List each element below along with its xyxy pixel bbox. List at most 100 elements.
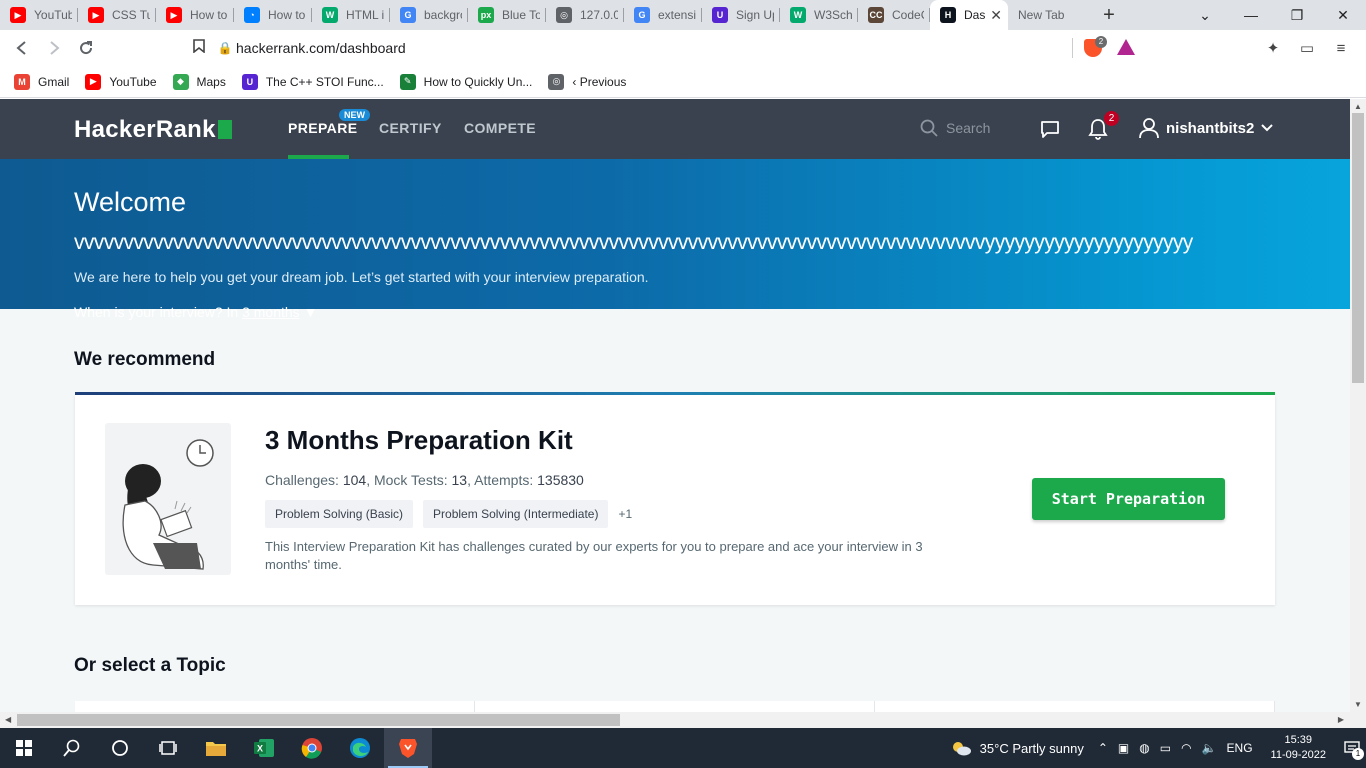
bookmark-item[interactable]: M Gmail [14,73,69,90]
back-button[interactable] [6,32,38,64]
browser-tab[interactable]: px Blue To [468,0,546,30]
tab-title: Sign Up [736,8,774,22]
bookmark-icon: ✎ [399,73,416,90]
bookmark-item[interactable]: ▶ YouTube [85,73,157,90]
bookmark-icon[interactable] [184,38,214,58]
browser-tab[interactable]: ▶ YouTube [0,0,78,30]
user-icon [1139,118,1159,139]
close-window-button[interactable]: ✕ [1320,0,1366,30]
scroll-left-arrow[interactable]: ◀ [5,715,11,724]
browser-tab[interactable]: Gextensio [624,0,702,30]
user-menu[interactable]: nishantbits2 [1138,117,1274,139]
topic-card[interactable] [875,701,1275,712]
hackerrank-icon: H [940,7,956,23]
scroll-down-arrow[interactable]: ▼ [1354,700,1362,709]
recommend-heading: We recommend [74,349,216,370]
tab-search-icon[interactable]: ⌄ [1182,0,1228,30]
notif-count-badge: 1 [1352,748,1364,760]
bookmark-item[interactable]: U The C++ STOI Func... [241,73,384,90]
browser-tab[interactable]: ▶ CSS Tut [78,0,156,30]
partly-sunny-icon [952,742,971,756]
lock-icon[interactable]: 🔒 [214,41,236,55]
browser-tab-strip: ▶ YouTube ▶ CSS Tut ▶ How to ◔ How to W HTML in Gb… [0,0,1366,30]
more-skills-count[interactable]: +1 [618,507,632,521]
minimize-button[interactable]: — [1228,0,1274,30]
kit-illustration [105,423,231,575]
interview-timeline-select[interactable]: 3 months [242,304,300,320]
messages-icon[interactable] [1040,119,1060,139]
chevron-down-icon[interactable]: ▼ [304,304,318,320]
volume-icon[interactable]: 🔈 [1202,741,1217,755]
clock[interactable]: 15:39 11-09-2022 [1271,733,1326,763]
kit-title[interactable]: 3 Months Preparation Kit [265,425,573,456]
new-badge: NEW [339,109,370,121]
username[interactable]: nishantbits2 [1166,120,1254,137]
search-icon[interactable] [48,728,96,768]
weather-text: 35°C Partly sunny [979,740,1084,756]
edge-icon[interactable] [336,728,384,768]
nav-compete[interactable]: COMPETE [464,120,536,136]
browser-tab[interactable]: Gbackgro [390,0,468,30]
notification-center-icon[interactable]: 1 [1338,728,1366,768]
close-tab-icon[interactable]: ✕ [986,7,1002,24]
youtube-icon: ▶ [85,73,102,90]
browser-tab[interactable]: ◔ How to [234,0,312,30]
windows-start-icon[interactable] [0,728,48,768]
browser-tab[interactable]: H Dash✕ [930,0,1008,30]
brave-rewards-icon[interactable] [1117,39,1135,55]
forward-button[interactable] [38,32,70,64]
url-text[interactable]: hackerrank.com/dashboard [236,40,406,56]
udemy-icon: U [712,7,728,23]
globe-icon: ◎ [556,7,572,23]
wallet-icon[interactable]: ▭ [1290,39,1324,57]
browser-tab[interactable]: U Sign Up [702,0,780,30]
chrome-icon[interactable] [288,728,336,768]
network-icon[interactable]: ◍ [1139,741,1149,755]
bookmark-item[interactable]: ✎ How to Quickly Un... [399,73,532,90]
scroll-up-arrow[interactable]: ▲ [1354,102,1362,111]
restore-button[interactable]: ❐ [1274,0,1320,30]
search-placeholder[interactable]: Search [946,120,990,136]
browser-tab[interactable]: ◎ 127.0.0 [546,0,624,30]
browser-tab[interactable]: W HTML in [312,0,390,30]
bookmark-item[interactable]: ◎ ‹ Previous [548,73,626,90]
new-tab-button[interactable]: + [1094,4,1124,27]
card-accent-bar [75,392,1275,395]
address-bar[interactable]: 🔒 hackerrank.com/dashboard 2 [184,33,1146,63]
px-icon: px [478,7,494,23]
file-explorer-icon[interactable] [192,728,240,768]
bookmark-item[interactable]: ◆ Maps [172,73,226,90]
battery-icon[interactable]: ▭ [1160,741,1171,755]
wifi-icon[interactable]: ◠ [1181,741,1191,755]
search-box[interactable]: Search [920,119,990,137]
attempts-count: 135830 [537,472,584,488]
browser-tab[interactable]: New Tab [1008,0,1088,30]
cortana-icon[interactable] [96,728,144,768]
horizontal-scrollbar[interactable]: ◀ ▶ [0,712,1366,728]
kit-skill-chips: Problem Solving (Basic) Problem Solving … [265,500,632,528]
browser-tab[interactable]: CC CodeCh [858,0,930,30]
horizontal-scroll-thumb[interactable] [17,714,620,726]
brave-icon[interactable] [384,728,432,768]
task-view-icon[interactable] [144,728,192,768]
browser-tab[interactable]: W W3Scho [780,0,858,30]
scroll-right-arrow[interactable]: ▶ [1338,715,1344,724]
vertical-scrollbar[interactable]: ▲ ▼ [1350,99,1366,712]
meet-now-icon[interactable]: ▣ [1118,741,1129,755]
hackerrank-logo[interactable]: HackerRank [74,116,232,144]
topic-card[interactable] [475,701,875,712]
menu-icon[interactable]: ≡ [1324,40,1358,57]
excel-icon[interactable]: X [240,728,288,768]
topic-card[interactable] [75,701,475,712]
nav-certify[interactable]: CERTIFY [379,120,442,136]
vertical-scroll-thumb[interactable] [1352,113,1364,383]
reload-button[interactable] [70,32,102,64]
logo-text: HackerRank [74,116,216,143]
browser-tab[interactable]: ▶ How to [156,0,234,30]
language-indicator[interactable]: ENG [1227,741,1253,755]
nav-prepare[interactable]: PREPARE [288,120,357,136]
weather-widget[interactable]: 35°C Partly sunny [950,740,1084,756]
start-preparation-button[interactable]: Start Preparation [1032,478,1225,520]
show-hidden-icons[interactable]: ⌃ [1098,741,1108,755]
extensions-icon[interactable]: ✦ [1256,39,1290,57]
